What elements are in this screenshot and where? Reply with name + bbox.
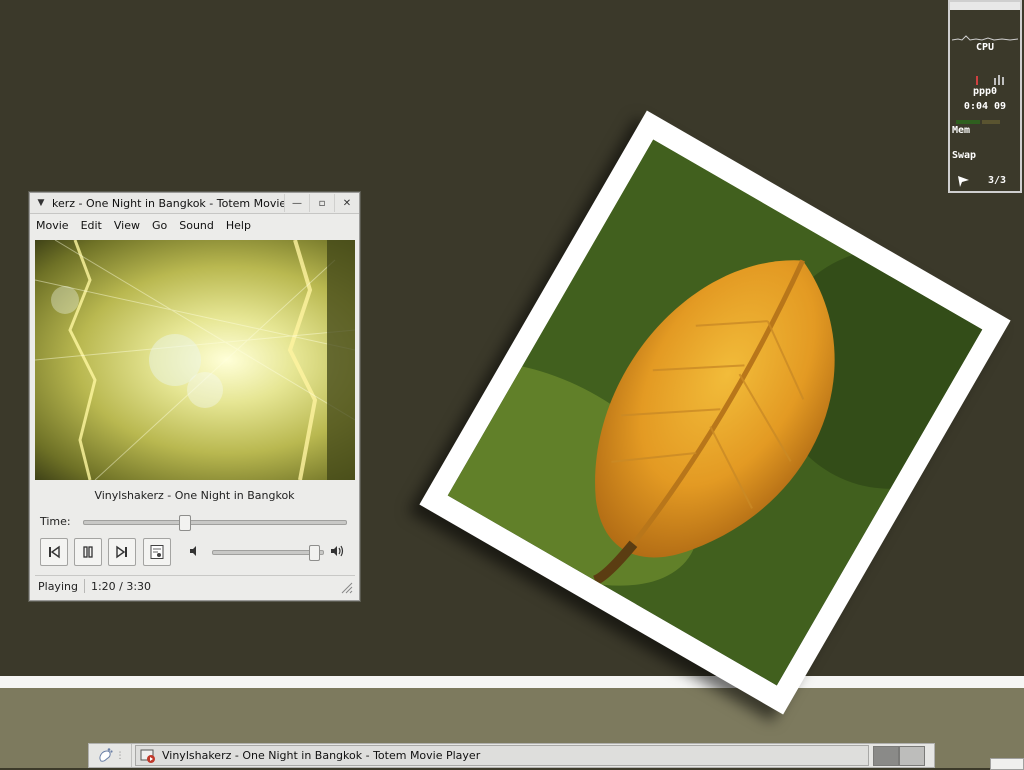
resize-grip-icon[interactable] [339,580,353,594]
seek-row: Time: [40,514,350,531]
status-separator [83,579,85,593]
status-bar: Playing 1:20 / 3:30 [35,575,355,596]
maximize-button[interactable]: ▫ [309,194,334,212]
workspace-indicator[interactable]: 3/3 [952,174,1018,190]
seek-slider[interactable] [83,515,347,531]
window-titlebar[interactable]: ▼ kerz - One Night in Bangkok - Totem Mo… [30,193,359,214]
swap-label: Swap [952,150,977,161]
totem-app-icon [140,749,155,763]
volume-slider-thumb[interactable] [309,545,320,561]
workspace-1[interactable] [873,745,899,766]
pager-icon [958,176,969,187]
system-monitor-applet: CPU ppp0 0:04 09 Mem Swap 3/3 [948,0,1022,193]
volume-slider[interactable] [212,545,324,561]
cpu-label: CPU [975,42,995,53]
totem-window: ▼ kerz - One Night in Bangkok - Totem Mo… [29,192,360,601]
playback-status: Playing [38,579,78,593]
uptime-readout: 0:04 09 [963,101,1007,112]
taskbar-task-label: Vinylshakerz - One Night in Bangkok - To… [162,749,481,762]
notification-area[interactable] [990,758,1024,770]
workspace-count: 3/3 [988,175,1007,186]
volume-low-icon[interactable] [188,545,200,557]
playback-controls [40,538,355,568]
window-menu-icon[interactable]: ▼ [30,198,52,208]
next-icon [116,545,127,559]
memory-label: Mem [952,125,971,136]
network-label: ppp0 [972,86,998,97]
time-display: 1:20 / 3:30 [90,579,152,593]
next-button[interactable] [108,538,136,566]
seek-slider-thumb[interactable] [179,515,191,531]
volume-high-icon[interactable] [330,544,346,558]
cpu-graph [952,35,1018,41]
menu-help[interactable]: Help [226,219,251,232]
visualization-image [35,240,355,480]
monitor-titlebar [950,2,1020,10]
menu-go[interactable]: Go [152,219,167,232]
menu-view[interactable]: View [114,219,140,232]
workspace-2[interactable] [899,745,925,766]
previous-icon [49,545,60,559]
time-label: Time: [40,515,71,528]
panel-handle-icon: ⋮ [115,750,125,761]
panel-launcher[interactable]: ⋮ [89,744,132,767]
pause-icon [83,546,93,558]
desktop-shelf-edge [0,676,1024,688]
gnome-foot-icon [98,747,113,762]
menu-sound[interactable]: Sound [179,219,214,232]
taskbar: ⋮ Vinylshakerz - One Night in Bangkok - … [88,743,935,768]
previous-button[interactable] [40,538,68,566]
workspace-pager[interactable] [873,745,925,766]
taskbar-task-totem[interactable]: Vinylshakerz - One Night in Bangkok - To… [135,745,869,766]
playlist-button[interactable] [143,538,171,566]
menubar: Movie Edit View Go Sound Help [30,214,359,236]
minimize-button[interactable]: — [284,194,309,212]
close-button[interactable]: ✕ [334,194,359,212]
network-graph [976,75,1004,85]
window-title: kerz - One Night in Bangkok - Totem Movi… [52,196,284,210]
video-area[interactable] [35,240,355,480]
pause-button[interactable] [74,538,102,566]
menu-edit[interactable]: Edit [81,219,102,232]
menu-movie[interactable]: Movie [36,219,69,232]
playlist-icon [150,545,164,559]
track-title: Vinylshakerz - One Night in Bangkok [94,489,295,502]
